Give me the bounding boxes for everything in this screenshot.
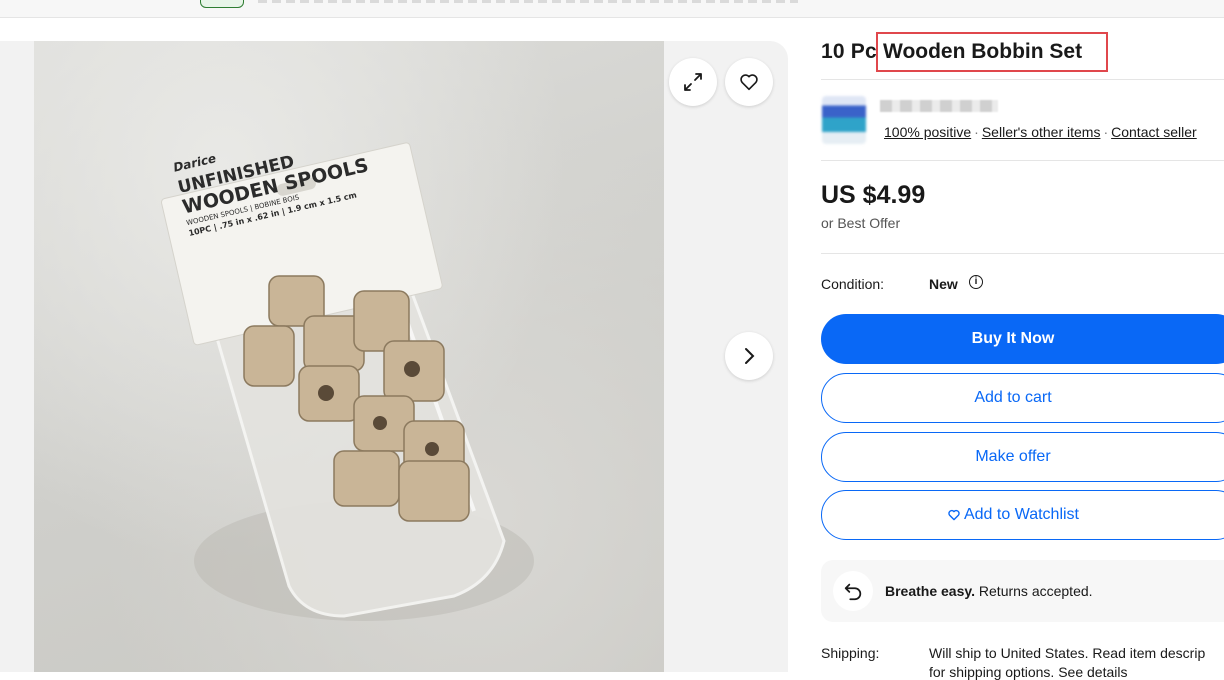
- top-navigation-strip: [0, 0, 1224, 18]
- top-cut-off-text: [258, 0, 798, 3]
- divider-seller: [821, 160, 1224, 161]
- buy-it-now-label: Buy It Now: [971, 330, 1055, 347]
- seller-name-blurred[interactable]: [880, 100, 998, 112]
- shipping-text: Will ship to United States. Read item de…: [929, 645, 1206, 661]
- title-highlighted-text: Wooden Bobbin Set: [883, 40, 1083, 63]
- heart-icon: [948, 509, 960, 521]
- return-icon-circle: [833, 571, 873, 611]
- shipping-text-continued: for shipping options. See details: [929, 664, 1128, 680]
- condition-value: New: [929, 276, 958, 292]
- info-icon[interactable]: i: [969, 275, 983, 289]
- seller-avatar[interactable]: [822, 96, 866, 144]
- item-price: US $4.99: [821, 181, 926, 209]
- seller-links: 100% positive · Seller's other items · Conta…: [884, 124, 1197, 140]
- condition-label: Condition:: [821, 276, 885, 292]
- make-offer-label: Make offer: [975, 448, 1051, 465]
- item-title: 10 Pc: [821, 40, 877, 70]
- expand-icon: [684, 73, 702, 91]
- image-gallery: Darice UNFINISHED WOODEN SPOOLS WOODEN S…: [0, 41, 788, 672]
- seller-link-separator: ·: [1103, 124, 1109, 140]
- best-offer-text: or Best Offer: [821, 215, 901, 231]
- buy-it-now-button[interactable]: Buy It Now: [821, 314, 1224, 364]
- chevron-right-icon: [745, 348, 755, 364]
- add-to-watchlist-button[interactable]: Add to Watchlist: [821, 490, 1224, 540]
- expand-button[interactable]: [669, 58, 717, 106]
- return-arrow-icon: [844, 583, 862, 601]
- returns-text: Breathe easy. Returns accepted.: [885, 583, 1093, 599]
- seller-link-separator: ·: [974, 124, 979, 140]
- returns-detail: Returns accepted.: [978, 583, 1093, 599]
- add-to-watchlist-label: Add to Watchlist: [963, 506, 1079, 523]
- seller-other-items-link[interactable]: Seller's other items: [982, 124, 1101, 140]
- add-to-cart-button[interactable]: Add to cart: [821, 373, 1224, 423]
- watchlist-heart-button[interactable]: [725, 58, 773, 106]
- heart-icon: [740, 74, 758, 91]
- seller-feedback-link[interactable]: 100% positive: [884, 124, 971, 140]
- next-image-button[interactable]: [725, 332, 773, 380]
- returns-bold: Breathe easy.: [885, 583, 976, 599]
- add-to-cart-label: Add to cart: [974, 389, 1052, 406]
- shipping-label: Shipping:: [821, 645, 880, 661]
- divider-title: [821, 79, 1224, 80]
- make-offer-button[interactable]: Make offer: [821, 432, 1224, 482]
- returns-banner: Breathe easy. Returns accepted.: [821, 560, 1224, 622]
- contact-seller-link[interactable]: Contact seller: [1111, 124, 1197, 140]
- top-pill-badge[interactable]: [200, 0, 244, 8]
- divider-price: [821, 253, 1224, 254]
- title-prefix: 10 Pc: [821, 40, 877, 63]
